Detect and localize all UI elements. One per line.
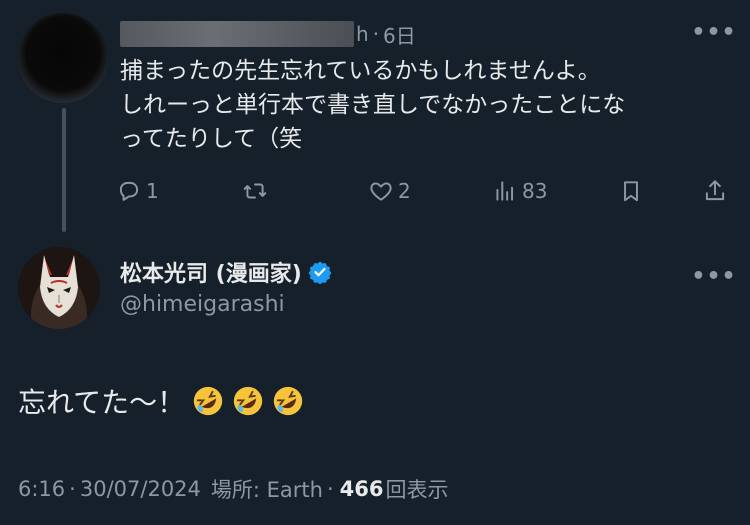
reply-header: h · 6日 <box>120 20 416 48</box>
separator-dot: · <box>326 477 334 501</box>
more-options-icon[interactable]: ••• <box>691 264 735 289</box>
tweet-text-body: 忘れてた〜！ <box>18 386 186 419</box>
retweet-button[interactable] <box>242 174 272 208</box>
heart-icon <box>370 182 392 201</box>
share-button[interactable] <box>702 174 728 208</box>
more-options-icon[interactable]: ••• <box>691 20 735 45</box>
author-name-row: 松本光司 (漫画家) <box>120 256 332 288</box>
reply-button[interactable]: 1 <box>116 174 159 208</box>
view-count: 83 <box>522 179 548 203</box>
rolling-on-floor-laughing-icon <box>234 386 263 416</box>
like-button[interactable]: 2 <box>368 174 411 208</box>
post-location: 場所: Earth <box>210 478 323 502</box>
avatar[interactable] <box>18 247 100 329</box>
reply-text-line: ってたりして（笑 <box>120 126 303 152</box>
reply-text: 捕まったの先生忘れているかもしれませんよ。 しれーっと単行本で書き直しでなかった… <box>120 54 720 156</box>
post-date[interactable]: 30/07/2024 <box>80 477 201 501</box>
thread-line <box>62 108 66 232</box>
reply-icon <box>119 181 139 201</box>
reply-timestamp[interactable]: 6日 <box>383 20 416 49</box>
reply-text-line: 捕まったの先生忘れているかもしれませんよ。 <box>120 58 601 84</box>
like-count: 2 <box>398 179 411 203</box>
retweet-icon <box>243 183 267 199</box>
avatar[interactable] <box>18 13 108 103</box>
redacted-username <box>120 21 354 47</box>
tweet-text: 忘れてた〜！ <box>18 380 305 422</box>
separator-dot: · <box>372 22 380 46</box>
rolling-on-floor-laughing-icon <box>274 386 303 416</box>
views-label: 回表示 <box>385 478 449 502</box>
verified-badge-icon[interactable] <box>308 260 332 284</box>
tweet-metadata: 6:16 · 30/07/2024 場所: Earth · 466 回表示 <box>18 474 449 504</box>
rolling-on-floor-laughing-icon <box>194 386 223 416</box>
views-chart-icon <box>496 181 514 201</box>
views-count: 466 <box>339 477 384 501</box>
fox-mask-avatar-icon <box>18 247 100 329</box>
share-icon <box>705 180 725 201</box>
action-bar: 1 2 83 <box>116 174 736 208</box>
reply-handle-suffix[interactable]: h <box>356 22 369 46</box>
bookmark-icon <box>624 181 638 202</box>
bookmark-button[interactable] <box>618 174 644 208</box>
display-name[interactable]: 松本光司 (漫画家) <box>120 256 302 288</box>
separator-dot: · <box>69 477 76 501</box>
post-time[interactable]: 6:16 <box>18 477 65 501</box>
reply-tweet[interactable]: h · 6日 ••• 捕まったの先生忘れているかもしれませんよ。 しれーっと単行… <box>0 0 750 232</box>
views-button[interactable]: 83 <box>492 174 547 208</box>
reply-count: 1 <box>146 179 159 203</box>
author-handle[interactable]: @himeigarashi <box>120 292 285 317</box>
reply-text-line: しれーっと単行本で書き直しでなかったことにな <box>120 92 626 118</box>
